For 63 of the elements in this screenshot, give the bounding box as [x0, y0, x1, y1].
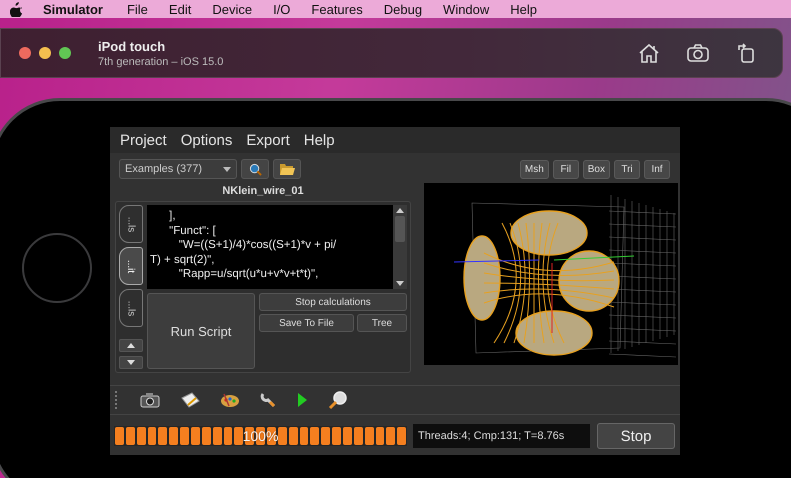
camera-icon[interactable]: [686, 43, 710, 63]
3d-surface-drawing[interactable]: [424, 183, 678, 365]
side-tab[interactable]: ...it: [119, 247, 143, 285]
view-mode-button[interactable]: Fil: [552, 160, 579, 178]
view-mode-button[interactable]: Msh: [520, 160, 549, 178]
minimize-button[interactable]: [39, 47, 51, 59]
tree-button[interactable]: Tree: [357, 314, 407, 332]
zoom-button[interactable]: [59, 47, 71, 59]
search-button[interactable]: [241, 159, 269, 179]
code-line: ],: [168, 209, 177, 224]
code-line: "W=((S+1)/4)*cos((S+1)*v + pi/: [178, 238, 338, 252]
menu-item[interactable]: Window: [443, 2, 490, 16]
scrollbar[interactable]: [393, 205, 407, 289]
menu-item[interactable]: I/O: [273, 2, 290, 16]
up-arrow-icon: [127, 343, 135, 348]
menu-item[interactable]: Help: [304, 132, 335, 148]
down-arrow-icon: [127, 360, 135, 365]
rotate-icon[interactable]: [736, 42, 756, 64]
menu-item[interactable]: File: [126, 2, 148, 16]
down-arrow-icon[interactable]: [396, 281, 404, 286]
menu-item[interactable]: Help: [510, 2, 538, 16]
camera-icon[interactable]: [140, 392, 160, 408]
examples-dropdown[interactable]: Examples (377): [119, 159, 237, 179]
code-line: "Funct": [: [168, 224, 217, 238]
folder-icon: [279, 162, 295, 176]
device-subtitle: 7th generation – iOS 15.0: [98, 56, 224, 68]
search-icon: [248, 162, 262, 176]
menu-item[interactable]: Options: [180, 132, 232, 148]
apple-icon[interactable]: [10, 2, 23, 16]
stop-calculations-button[interactable]: Stop calculations: [259, 293, 407, 311]
device-name: iPod touch: [98, 38, 166, 54]
menu-item[interactable]: Export: [246, 132, 290, 148]
save-to-file-button[interactable]: Save To File: [259, 314, 354, 332]
home-icon[interactable]: [638, 43, 660, 63]
app-menu[interactable]: Simulator: [43, 2, 103, 16]
run-script-button[interactable]: Run Script: [147, 293, 255, 369]
palette-icon[interactable]: [220, 392, 240, 408]
open-folder-button[interactable]: [273, 159, 301, 179]
status-text: Threads:4; Cmp:131; T=8.76s: [413, 424, 590, 448]
play-icon[interactable]: [296, 392, 308, 408]
menu-item[interactable]: Debug: [384, 2, 422, 16]
menu-item[interactable]: Device: [212, 2, 252, 16]
caret-icon: [223, 166, 231, 172]
script-title: NKlein_wire_01: [221, 184, 305, 199]
menu-item[interactable]: Features: [311, 2, 363, 16]
stop-button[interactable]: Stop: [597, 423, 675, 449]
wrench-icon[interactable]: [260, 392, 276, 408]
side-tab[interactable]: ...ls: [119, 289, 143, 327]
scroll-up-button[interactable]: [119, 339, 143, 352]
view-mode-button[interactable]: Tri: [614, 160, 640, 178]
menu-item[interactable]: Edit: [168, 2, 192, 16]
notepad-icon[interactable]: [180, 392, 200, 408]
magnifier-icon[interactable]: [328, 390, 348, 410]
scroll-down-button[interactable]: [119, 356, 143, 369]
close-button[interactable]: [19, 47, 31, 59]
code-line: T) + sqrt(2)",: [150, 252, 216, 267]
up-arrow-icon[interactable]: [396, 208, 404, 213]
side-tab[interactable]: ...ls: [119, 205, 143, 243]
view-mode-button[interactable]: Inf: [644, 160, 670, 178]
menu-item[interactable]: Project: [120, 132, 167, 148]
view-mode-button[interactable]: Box: [582, 160, 610, 178]
code-line: "Rapp=u/sqrt(u*u+v*v+t*t)",: [178, 267, 320, 282]
scrollbar-thumb[interactable]: [395, 216, 405, 242]
